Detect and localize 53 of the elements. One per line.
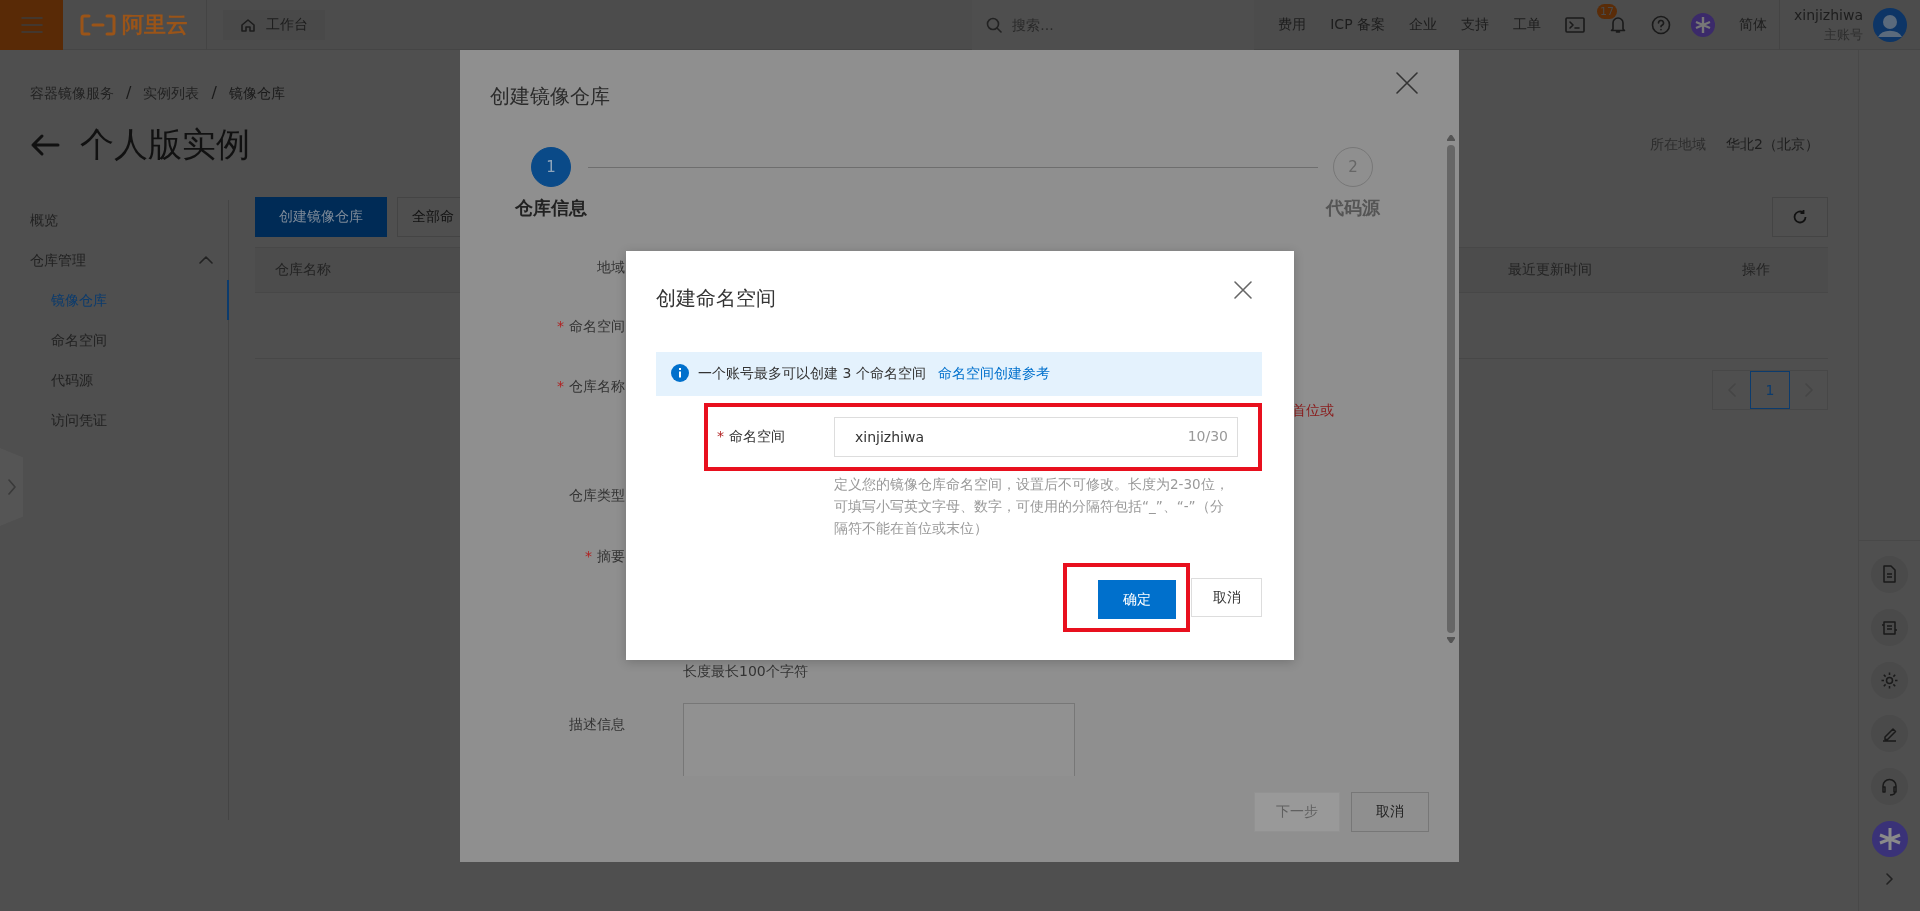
field-hint: 定义您的镜像仓库命名空间，设置后不可修改。长度为2-30位，可填写小写英文字母、数字，可使用的分隔符包括“_”、“-”（分隔符不能在首位或末位） <box>834 475 1230 538</box>
field-label: 描述信息 <box>569 716 625 732</box>
info-icon <box>671 363 689 385</box>
chevron-up-icon <box>199 256 213 264</box>
avatar-icon[interactable] <box>1873 7 1907 42</box>
dialog-button[interactable]: 确定 <box>1098 580 1176 619</box>
bell-icon[interactable] <box>1609 15 1628 34</box>
help-link[interactable]: 命名空间创建参考 <box>937 365 1050 383</box>
menu-icon <box>19 14 44 35</box>
field-label: 仓库类型 <box>569 487 625 503</box>
home-icon <box>240 16 256 33</box>
back-arrow-icon[interactable] <box>30 133 60 157</box>
field-label: * 命名空间 <box>557 318 625 334</box>
step-number: 1 <box>531 147 571 187</box>
scroll-down-icon <box>1447 637 1455 643</box>
step-label: 仓库信息 <box>515 198 587 218</box>
close-icon[interactable] <box>1395 71 1419 95</box>
refresh-icon <box>1792 209 1808 225</box>
scroll-up-icon <box>1447 135 1455 141</box>
field-label: * 命名空间 <box>717 428 786 446</box>
refresh-button[interactable] <box>1772 197 1828 237</box>
terminal-icon[interactable] <box>1565 15 1586 34</box>
field-label: 地域 <box>597 259 625 275</box>
page-button[interactable]: 1 <box>1750 371 1790 409</box>
assistant-icon[interactable] <box>1691 12 1716 37</box>
document-icon[interactable] <box>1871 556 1908 593</box>
dialog-button[interactable]: 取消 <box>1351 792 1429 832</box>
scrollbar[interactable] <box>1447 135 1455 643</box>
help-icon[interactable] <box>1651 14 1672 35</box>
chevron-right-icon <box>7 479 16 495</box>
notification-badge: 17 <box>1597 4 1618 19</box>
sidebar-item[interactable]: 镜像仓库 <box>30 280 229 320</box>
step-label: 代码源 <box>1326 198 1380 218</box>
field-label: * 仓库名称 <box>557 378 625 394</box>
breadcrumb-separator: / <box>126 83 132 103</box>
brand-name[interactable]: 阿里云 <box>122 9 188 40</box>
breadcrumb-separator: / <box>211 83 217 103</box>
dialog-button[interactable]: 取消 <box>1191 578 1262 617</box>
search-icon <box>986 16 1003 33</box>
character-counter: 10/30 <box>1187 428 1228 444</box>
dialog-title: 创建镜像仓库 <box>490 84 610 108</box>
headset-icon[interactable] <box>1871 768 1908 805</box>
page-title: 个人版实例 <box>80 123 250 166</box>
assistant-icon[interactable] <box>1871 821 1908 857</box>
dialog-title: 创建命名空间 <box>656 285 776 312</box>
notice-text: 一个账号最多可以创建 3 个命名空间 <box>698 365 926 383</box>
bracket-logo-icon <box>80 13 116 36</box>
pencil-icon[interactable] <box>1871 715 1908 752</box>
field-label: * 摘要 <box>585 548 625 564</box>
chevron-right-icon[interactable] <box>1886 873 1893 885</box>
toolbar-button[interactable]: 创建镜像仓库 <box>255 197 387 237</box>
field-hint: 长度最长100个字符 <box>683 663 808 681</box>
settings-icon[interactable] <box>1871 662 1908 699</box>
